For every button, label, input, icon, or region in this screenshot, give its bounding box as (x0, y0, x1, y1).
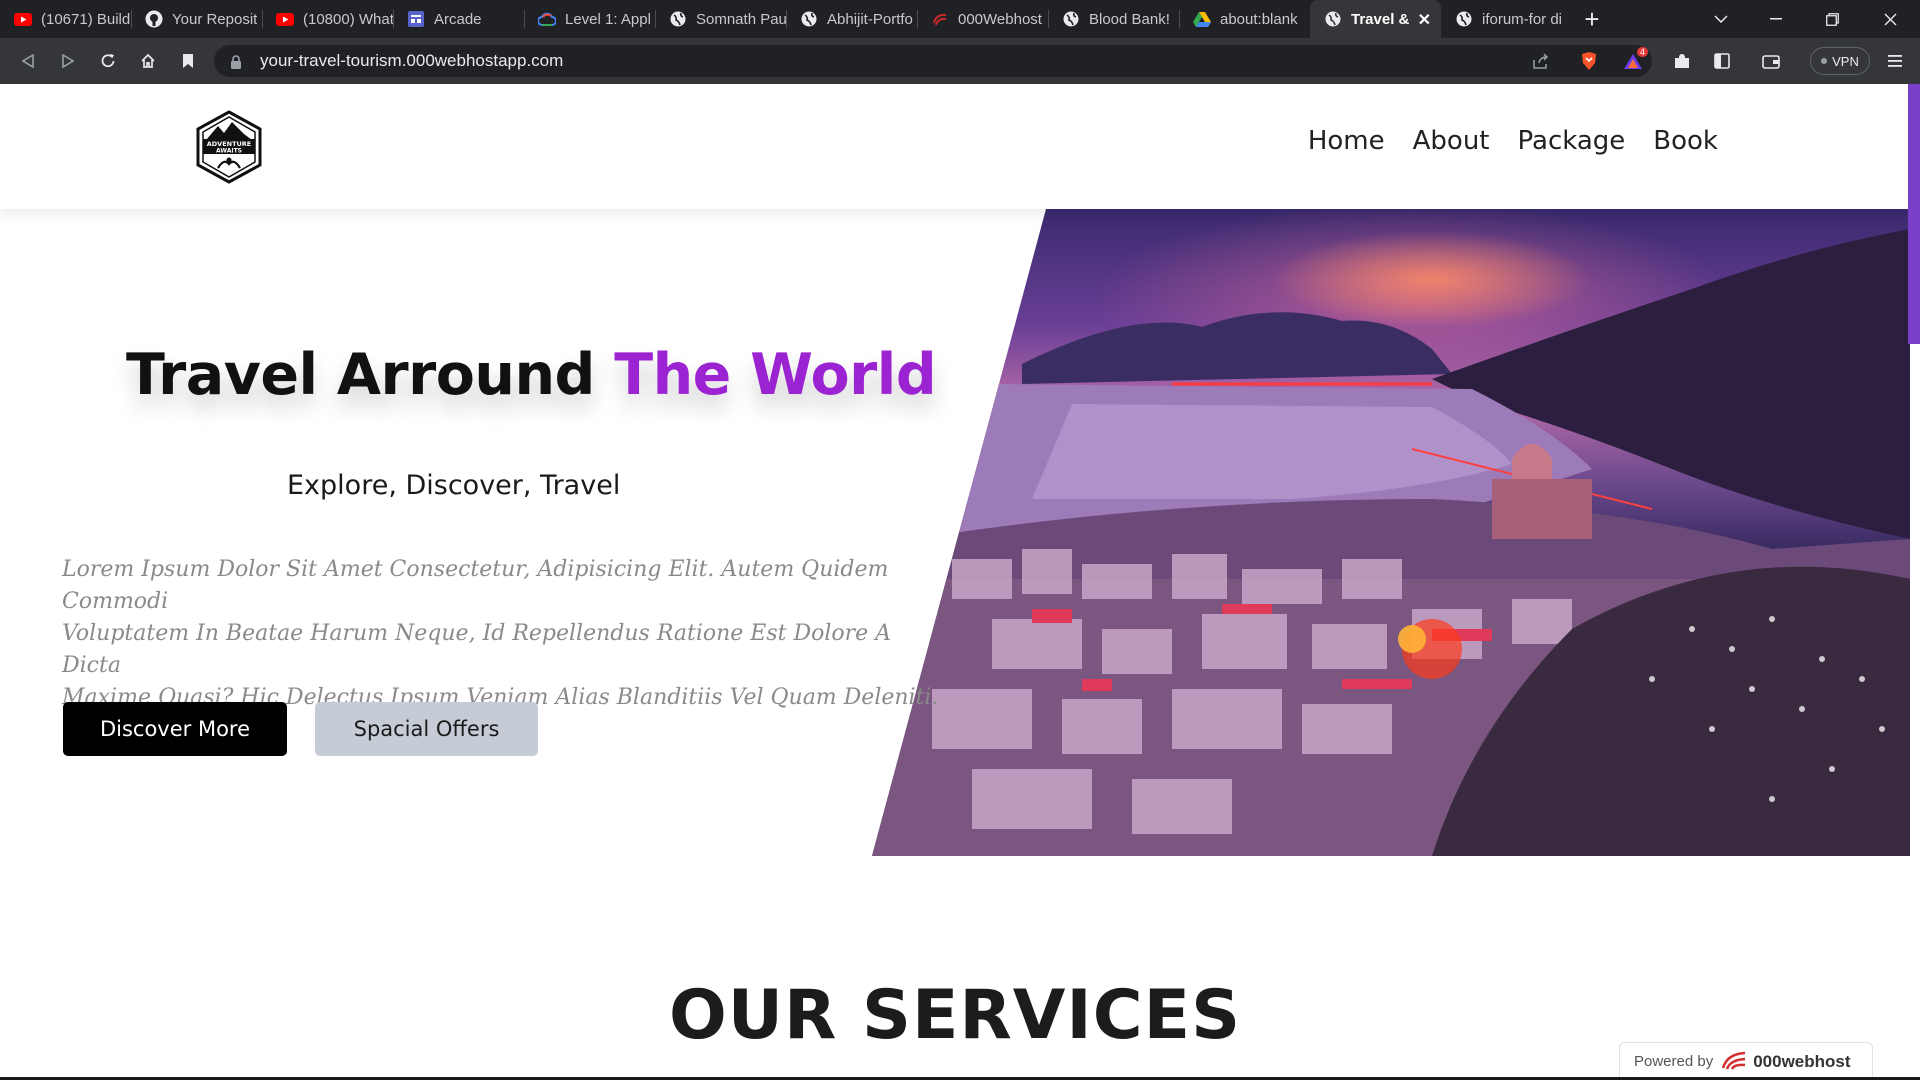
wallet-icon[interactable] (1756, 46, 1786, 76)
reload-icon[interactable] (88, 38, 128, 84)
brave-shield-icon[interactable] (1574, 46, 1604, 76)
vpn-status-dot-icon (1821, 58, 1828, 64)
main-nav: Home About Package Book (1308, 126, 1718, 156)
tab-000webhost[interactable]: 000Webhost (917, 0, 1048, 38)
globe-icon (1062, 10, 1080, 28)
nav-book-link[interactable]: Book (1653, 126, 1718, 156)
powered-by-badge[interactable]: Powered by 000webhost (1619, 1042, 1873, 1080)
brave-rewards-icon[interactable]: 4 (1619, 46, 1649, 76)
logo-text-awaits: AWAITS (216, 148, 242, 155)
tab-level1[interactable]: Level 1: Appl (524, 0, 655, 38)
github-icon (145, 10, 163, 28)
tab-somnath[interactable]: Somnath Pau (655, 0, 786, 38)
tab-strip: (10671) Build Your Reposit (10800) What … (0, 0, 1920, 38)
tab-blood-bank[interactable]: Blood Bank! (1048, 0, 1179, 38)
vpn-button[interactable]: VPN (1810, 47, 1870, 75)
youtube-icon (14, 10, 32, 28)
youtube-icon (276, 10, 294, 28)
arcade-icon (407, 10, 425, 28)
google-cloud-icon (538, 10, 556, 28)
home-icon[interactable] (128, 38, 168, 84)
nav-package-link[interactable]: Package (1518, 126, 1626, 156)
webhost-logo-icon (1721, 1048, 1747, 1075)
adventure-awaits-logo[interactable]: ADVENTURE AWAITS (194, 110, 264, 184)
hero-landscape-image (872, 209, 1910, 856)
powered-brand-name: 000webhost (1753, 1051, 1851, 1071)
google-drive-icon (1193, 10, 1211, 28)
address-bar[interactable]: your-travel-tourism.000webhostapp.com (214, 45, 1652, 77)
tab-youtube-what[interactable]: (10800) What (262, 0, 393, 38)
back-icon[interactable] (8, 38, 48, 84)
tab-title: 000Webhost (958, 10, 1042, 28)
tab-abhijit[interactable]: Abhijit-Portfo (786, 0, 917, 38)
hero-text-line-2: Voluptatem In Beatae Harum Neque, Id Rep… (62, 621, 892, 678)
tab-travel-active[interactable]: Travel & ✕ (1310, 0, 1441, 38)
tab-title: about:blank (1220, 10, 1298, 28)
hero-title-accent: The World (614, 342, 937, 408)
hero-title: Travel Arround The World (126, 342, 937, 408)
tab-title: (10671) Build (41, 10, 131, 28)
extensions-icon[interactable] (1667, 46, 1697, 76)
site-header: ADVENTURE AWAITS Home About Package Book (0, 84, 1920, 209)
discover-more-button[interactable]: Discover More (63, 702, 287, 756)
webhost-icon (931, 10, 949, 28)
new-tab-button[interactable]: + (1572, 0, 1612, 38)
tab-youtube-build[interactable]: (10671) Build (0, 0, 131, 38)
globe-icon (669, 10, 687, 28)
page-scrollbar-thumb[interactable] (1908, 84, 1920, 344)
close-window-icon[interactable] (1862, 0, 1918, 38)
forward-icon[interactable] (48, 38, 88, 84)
vpn-label: VPN (1832, 53, 1859, 69)
nav-home-link[interactable]: Home (1308, 126, 1385, 156)
hero-subtitle: Explore, Discover, Travel (287, 470, 621, 501)
tab-title: Somnath Pau (696, 10, 786, 28)
hero-text-line-1: Lorem Ipsum Dolor Sit Amet Consectetur, … (62, 557, 889, 614)
bookmark-icon[interactable] (168, 38, 208, 84)
special-offers-button[interactable]: Spacial Offers (315, 702, 538, 756)
menu-icon[interactable] (1880, 46, 1910, 76)
tab-title: Your Reposit (172, 10, 258, 28)
tab-github-repos[interactable]: Your Reposit (131, 0, 262, 38)
tab-title: (10800) What (303, 10, 393, 28)
close-tab-icon[interactable]: ✕ (1418, 10, 1431, 30)
tab-title: Arcade (434, 10, 482, 28)
globe-icon (1324, 10, 1342, 28)
tab-arcade[interactable]: Arcade (393, 0, 524, 38)
tab-title: Abhijit-Portfo (827, 10, 913, 28)
url-text: your-travel-tourism.000webhostapp.com (260, 51, 564, 70)
tab-title: iforum-for di (1482, 10, 1563, 28)
tab-title: Travel & (1351, 10, 1410, 28)
web-page: ADVENTURE AWAITS Home About Package Book (0, 84, 1920, 1080)
lock-icon[interactable] (230, 54, 244, 69)
nav-about-link[interactable]: About (1413, 126, 1490, 156)
tab-title: Blood Bank! (1089, 10, 1170, 28)
globe-icon (800, 10, 818, 28)
hero-title-part1: Travel Arround (126, 342, 595, 408)
tab-about-blank[interactable]: about:blank (1179, 0, 1310, 38)
sidebar-icon[interactable] (1707, 46, 1737, 76)
tab-iforum[interactable]: iforum-for di (1441, 0, 1572, 38)
share-icon[interactable] (1526, 46, 1556, 76)
minimize-icon[interactable] (1748, 0, 1804, 38)
globe-icon (1455, 10, 1473, 28)
rewards-badge: 4 (1637, 47, 1649, 57)
tab-search-chevron-icon[interactable] (1693, 0, 1749, 38)
hero-description: Lorem Ipsum Dolor Sit Amet Consectetur, … (62, 554, 942, 714)
powered-by-label: Powered by (1634, 1053, 1714, 1070)
tab-title: Level 1: Appl (565, 10, 651, 28)
restore-icon[interactable] (1804, 0, 1860, 38)
